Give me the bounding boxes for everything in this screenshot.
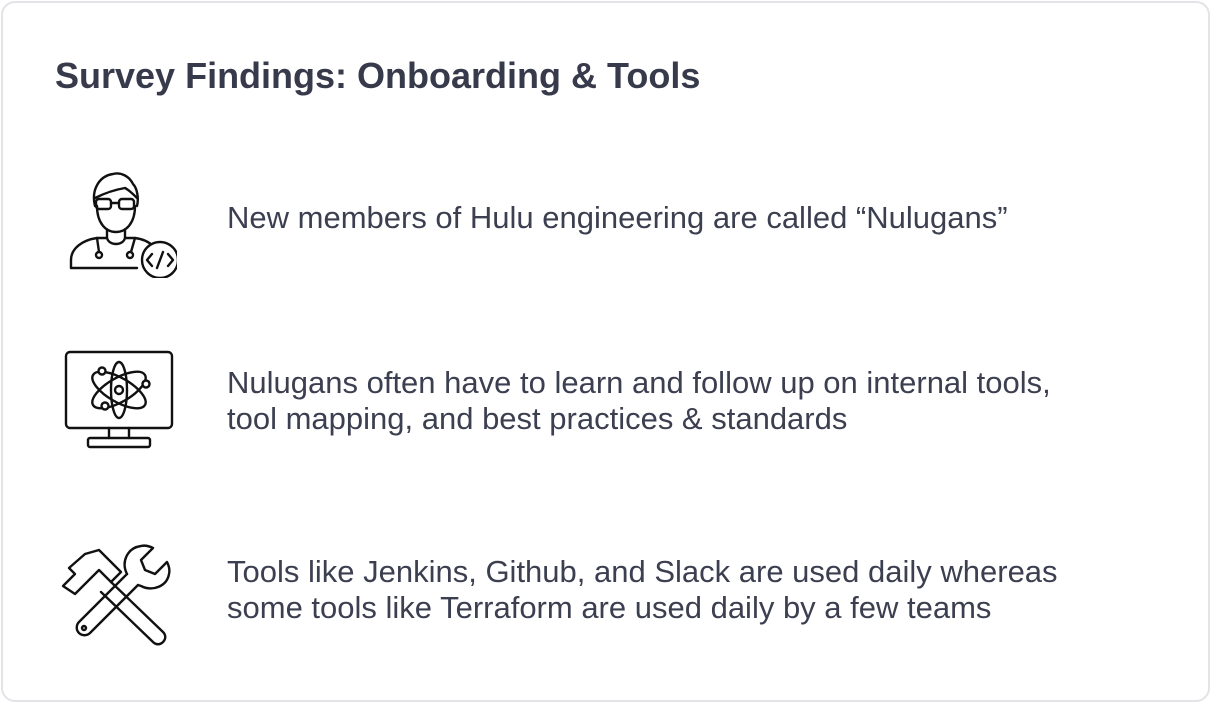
slide-title: Survey Findings: Onboarding & Tools [55,55,701,96]
finding-text: Nulugans often have to learn and follow … [227,365,1051,436]
finding-text: New members of Hulu engineering are call… [227,200,1008,235]
finding-text: Tools like Jenkins, Github, and Slack ar… [227,554,1058,625]
developer-icon [55,168,177,278]
finding-item: Nulugans often have to learn and follow … [3,348,1208,478]
hammer-wrench-icon [55,540,177,650]
finding-item: New members of Hulu engineering are call… [3,168,1208,298]
finding-item: Tools like Jenkins, Github, and Slack ar… [3,540,1208,670]
slide-card: Survey Findings: Onboarding & Tools New … [1,1,1210,702]
monitor-atom-icon [55,348,177,458]
